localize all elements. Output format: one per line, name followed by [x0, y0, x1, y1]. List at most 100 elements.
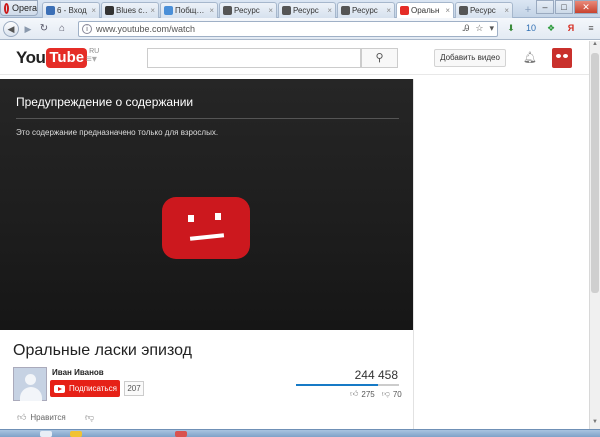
browser-tab[interactable]: 6 - Вход ×	[42, 2, 100, 18]
page-scrollbar[interactable]: ▲ ▼	[589, 41, 600, 429]
tab-close-icon[interactable]: ×	[91, 6, 96, 15]
thumbs-down-icon[interactable]: 👎︎	[382, 389, 390, 399]
tab-label: Ресурс	[470, 6, 496, 15]
browser-tab[interactable]: Ресурс ×	[278, 2, 336, 18]
youtube-header: You Tube RU ≡▾ ⚲ Добавить видео 🔔︎	[0, 41, 600, 75]
browser-tab[interactable]: Оральн ×	[396, 2, 454, 18]
yandex-extension-icon[interactable]: Я	[564, 20, 578, 36]
dropdown-icon[interactable]: ▾	[489, 23, 494, 34]
content-warning-title: Предупреждение о содержании	[16, 95, 194, 109]
view-count: 244 458	[354, 368, 398, 382]
tab-close-icon[interactable]: ×	[386, 6, 391, 15]
sad-face-icon	[162, 197, 250, 259]
subscriber-count: 207	[124, 381, 144, 396]
browser-tab[interactable]: Ресурс ×	[219, 2, 277, 18]
tab-close-icon[interactable]: ×	[150, 6, 155, 15]
logo-you: You	[16, 48, 46, 67]
tab-close-icon[interactable]: ×	[327, 6, 332, 15]
opera-logo-icon	[4, 2, 9, 14]
dislike-action-icon[interactable]: 👎︎	[85, 412, 94, 423]
minimize-button[interactable]: –	[536, 0, 554, 14]
browser-tab[interactable]: Ресурс ×	[455, 2, 513, 18]
tab-label: Оральн	[411, 6, 440, 15]
maximize-button[interactable]: □	[555, 0, 573, 14]
opera-menu-button[interactable]: Opera	[0, 0, 38, 16]
tab-close-icon[interactable]: ×	[445, 6, 450, 15]
browser-tab[interactable]: Ресурс ×	[337, 2, 395, 18]
extension-icons: ⬇ 10 ❖ Я ≡	[504, 20, 598, 36]
notifications-bell-icon[interactable]: 🔔︎	[523, 51, 537, 65]
tab-close-icon[interactable]: ×	[504, 6, 509, 15]
like-action[interactable]: 👍︎ Нравится	[17, 412, 66, 423]
search-button[interactable]: ⚲	[361, 48, 398, 68]
url-text: www.youtube.com/watch	[96, 24, 196, 34]
taskbar-item[interactable]	[70, 431, 82, 437]
search-input[interactable]	[147, 48, 361, 68]
tab-favicon-icon	[105, 6, 114, 15]
channel-avatar[interactable]	[13, 367, 47, 401]
tab-favicon-icon	[459, 6, 468, 15]
like-action-icon: 👍︎	[17, 412, 27, 422]
forward-button[interactable]: ▶	[21, 22, 35, 36]
taskbar-item[interactable]	[175, 431, 187, 437]
close-window-button[interactable]: ✕	[574, 0, 598, 14]
reload-button[interactable]: ↻	[37, 22, 51, 36]
address-tools: Ꭿ ☆ ▾	[463, 23, 494, 34]
channel-name[interactable]: Иван Иванов	[52, 368, 104, 377]
sad-face-left-eye	[188, 215, 194, 222]
addon-extension-icon[interactable]: ❖	[544, 20, 558, 36]
like-dislike-counts: 👍︎ 275 👎︎ 70	[350, 389, 402, 399]
guide-menu-icon[interactable]: ≡▾	[86, 54, 97, 65]
scroll-up-icon[interactable]: ▲	[590, 41, 600, 51]
tab-favicon-icon	[46, 6, 55, 15]
browser-tab-bar: Opera 6 - Вход × Blues c… × Побщ… × Ресурс × Рес…	[0, 0, 600, 18]
dislike-count: 70	[392, 389, 402, 399]
browser-tab[interactable]: Blues c… ×	[101, 2, 159, 18]
windows-taskbar	[0, 429, 600, 437]
content-warning-text: Это содержание предназначено только для …	[16, 128, 219, 137]
video-title: Оральные ласки эпизод	[13, 342, 193, 359]
tab-favicon-icon	[223, 6, 232, 15]
tab-label: Ресурс	[352, 6, 378, 15]
download-extension-icon[interactable]: ⬇	[504, 20, 518, 36]
mail-badge: 10	[525, 23, 536, 33]
translate-icon[interactable]: Ꭿ	[463, 23, 470, 34]
subscribe-button[interactable]: Подписаться	[50, 380, 120, 397]
thumbs-up-icon[interactable]: 👍︎	[350, 389, 358, 399]
tab-favicon-icon	[282, 6, 291, 15]
tab-label: Побщ…	[175, 6, 205, 15]
settings-icon[interactable]: ≡	[584, 20, 598, 36]
tab-close-icon[interactable]: ×	[268, 6, 273, 15]
like-ratio-fill	[296, 384, 379, 386]
youtube-play-icon	[54, 384, 65, 393]
scroll-down-icon[interactable]: ▼	[590, 419, 600, 429]
tab-favicon-icon	[341, 6, 350, 15]
tab-label: Ресурс	[234, 6, 260, 15]
home-button[interactable]: ⌂	[55, 22, 69, 36]
upload-button[interactable]: Добавить видео	[434, 49, 506, 67]
like-count: 275	[361, 389, 375, 399]
tab-label: 6 - Вход	[57, 6, 87, 15]
tab-favicon-icon	[400, 6, 409, 15]
sad-face-right-eye	[215, 213, 221, 220]
taskbar-item[interactable]	[40, 431, 52, 437]
site-info-icon[interactable]: i	[82, 24, 92, 34]
video-player[interactable]: Предупреждение о содержании Это содержан…	[0, 79, 413, 330]
logo-tube: Tube	[46, 48, 88, 68]
opera-menu-label: Opera	[11, 3, 37, 13]
back-button[interactable]: ◀	[3, 21, 19, 37]
mail-extension-icon[interactable]: 10	[524, 20, 538, 36]
yandex-badge: Я	[567, 23, 575, 33]
bookmark-star-icon[interactable]: ☆	[475, 23, 483, 34]
warning-divider	[16, 118, 399, 119]
address-toolbar: ◀ ▶ ↻ ⌂ i www.youtube.com/watch Ꭿ ☆ ▾ ⬇ …	[0, 18, 600, 40]
account-avatar[interactable]	[552, 48, 572, 68]
new-tab-button[interactable]: +	[522, 4, 534, 16]
address-field[interactable]: i www.youtube.com/watch Ꭿ ☆ ▾	[78, 21, 498, 37]
sidebar-column	[413, 79, 589, 429]
scroll-thumb[interactable]	[591, 53, 599, 293]
tab-close-icon[interactable]: ×	[209, 6, 214, 15]
tab-label: Blues c…	[116, 6, 149, 15]
browser-tab[interactable]: Побщ… ×	[160, 2, 218, 18]
subscribe-label: Подписаться	[69, 384, 117, 393]
